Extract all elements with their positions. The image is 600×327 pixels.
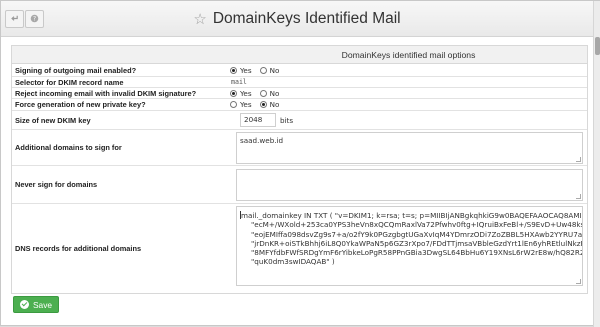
additional-domains-textarea[interactable]: saad.web.id [236, 132, 583, 164]
additional-domains-value: saad.web.id [240, 136, 284, 145]
selector-label: Selector for DKIM record name [15, 77, 124, 87]
scrollbar[interactable] [593, 1, 600, 327]
dns-line: "eojEMIffa098dsvZg9s7+a/o2fY9k0PGzgbgtUG… [251, 229, 583, 239]
dkim-options-form: DomainKeys identified mail options Signi… [11, 45, 588, 294]
keysize-field: 2048 bits [229, 111, 587, 129]
row-dns-records: DNS records for additional domains mail.… [12, 204, 587, 293]
row-reject: Reject incoming email with invalid DKIM … [12, 88, 587, 99]
additional-label: Additional domains to sign for [15, 143, 122, 152]
row-additional-domains: Additional domains to sign for saad.web.… [12, 130, 587, 166]
signing-options: Yes No [229, 64, 587, 76]
dns-line-text: mail._domainkey IN TXT ( "v=DKIM1; k=rsa… [241, 211, 582, 220]
dns-line: "quK0dm3swIDAQAB" ) [251, 257, 335, 267]
dns-records-textarea[interactable]: mail._domainkey IN TXT ( "v=DKIM1; k=rsa… [236, 206, 583, 286]
signing-yes-option[interactable]: Yes [229, 66, 252, 75]
reject-no-option[interactable]: No [259, 88, 280, 98]
title-bar: ? ☆ DomainKeys Identified Mail [1, 1, 593, 37]
title-area: ☆ DomainKeys Identified Mail [1, 1, 593, 37]
selector-field[interactable]: mail [229, 77, 587, 87]
section-header: DomainKeys identified mail options [12, 46, 587, 64]
never-sign-textarea[interactable] [236, 169, 583, 201]
check-circle-icon [19, 300, 29, 309]
row-selector: Selector for DKIM record name mail [12, 77, 587, 88]
reject-label: Reject incoming email with invalid DKIM … [15, 88, 197, 98]
keysize-input[interactable]: 2048 [240, 113, 276, 127]
reject-no-radio[interactable] [259, 89, 267, 97]
row-force: Force generation of new private key? Yes… [12, 99, 587, 111]
resize-handle[interactable] [576, 194, 581, 199]
dns-label: DNS records for additional domains [15, 244, 142, 253]
resize-handle[interactable] [576, 279, 581, 284]
dns-line: "8MFYfdbFWfSRDgYmF6rYibkeLoPgR58PPnGBia3… [251, 248, 583, 258]
save-label: Save [32, 299, 53, 310]
signing-yes-label: Yes [240, 65, 252, 75]
section-title: DomainKeys identified mail options [341, 50, 476, 60]
scrollbar-thumb[interactable] [595, 37, 600, 55]
never-label: Never sign for domains [15, 180, 98, 189]
selector-value[interactable]: mail [231, 78, 247, 86]
row-keysize: Size of new DKIM key 2048 bits [12, 111, 587, 130]
force-no-radio[interactable] [259, 101, 267, 108]
force-no-option[interactable]: No [259, 100, 280, 109]
dns-line: mail._domainkey IN TXT ( "v=DKIM1; k=rsa… [240, 211, 582, 220]
force-no-label: No [269, 100, 280, 109]
save-button[interactable]: Save [13, 296, 59, 313]
signing-yes-radio[interactable] [230, 66, 237, 74]
reject-options: Yes No [229, 88, 587, 98]
keysize-label: Size of new DKIM key [15, 115, 91, 125]
row-never-sign: Never sign for domains [12, 166, 587, 204]
dns-line: "ecM+/WXold+253ca0YPS3heVn8xQCQmRaxlVa72… [251, 220, 583, 230]
force-label: Force generation of new private key? [15, 100, 146, 109]
reject-yes-label: Yes [240, 88, 252, 98]
signing-no-option[interactable]: No [259, 65, 280, 75]
resize-handle[interactable] [576, 157, 581, 162]
force-options: Yes No [229, 99, 587, 110]
dns-line: "jrDnKR+oiSTkBhhj6iL8Q0YkaWPaN5p6GZ3rXpo… [251, 238, 583, 248]
reject-no-label: No [269, 88, 280, 98]
reject-yes-radio[interactable] [230, 89, 237, 97]
force-yes-label: Yes [240, 100, 252, 109]
page-title: DomainKeys Identified Mail [212, 10, 401, 27]
row-signing: Signing of outgoing mail enabled? Yes No [12, 64, 587, 77]
signing-label: Signing of outgoing mail enabled? [15, 65, 137, 75]
keysize-unit: bits [280, 115, 294, 125]
signing-no-label: No [269, 65, 280, 75]
signing-no-radio[interactable] [259, 66, 267, 74]
reject-yes-option[interactable]: Yes [229, 89, 252, 98]
force-yes-option[interactable]: Yes [229, 100, 252, 109]
module-window: ? ☆ DomainKeys Identified Mail DomainKey… [0, 0, 600, 327]
force-yes-radio[interactable] [230, 101, 237, 108]
star-icon[interactable]: ☆ [193, 11, 206, 27]
